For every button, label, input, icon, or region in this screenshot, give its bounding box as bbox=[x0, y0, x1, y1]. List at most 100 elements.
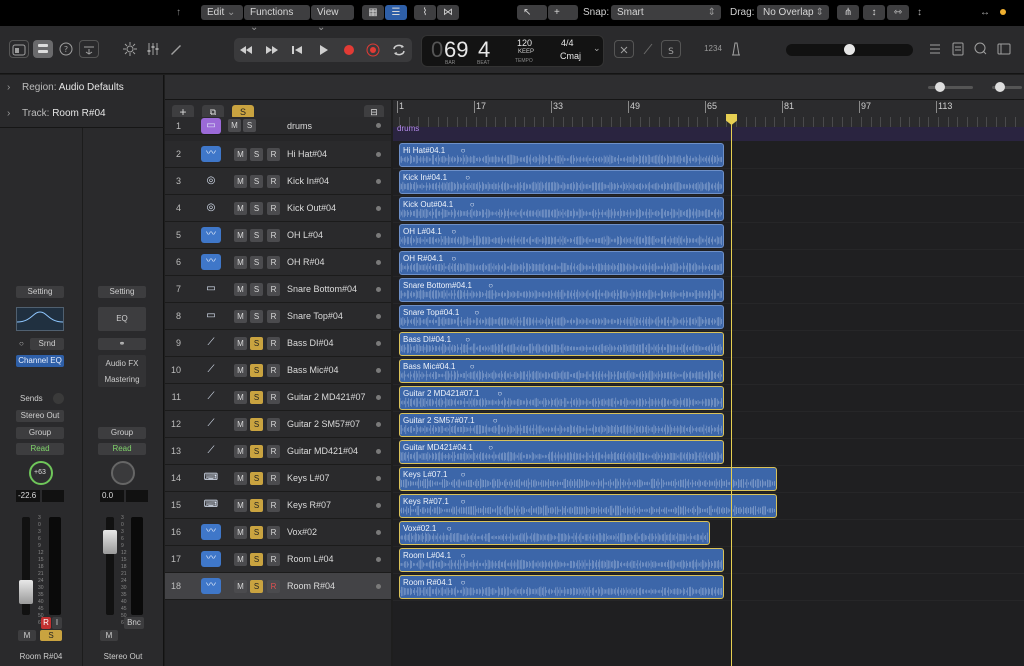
list-editors-icon[interactable] bbox=[925, 40, 945, 58]
automation-icon[interactable]: ⌇ bbox=[414, 5, 436, 20]
mute-button[interactable]: M bbox=[18, 630, 36, 641]
track-name[interactable]: Snare Bottom#04 bbox=[287, 276, 357, 303]
mute-button[interactable]: M bbox=[234, 364, 247, 377]
solo-button[interactable]: S bbox=[250, 445, 263, 458]
record-button[interactable]: R bbox=[267, 445, 280, 458]
audio-region[interactable]: Guitar MD421#04.1 ○ bbox=[399, 440, 724, 464]
track-name[interactable]: OH L#04 bbox=[287, 222, 323, 249]
record-button[interactable]: R bbox=[267, 283, 280, 296]
solo-button[interactable]: S bbox=[250, 148, 263, 161]
bounce-button[interactable]: Bnc bbox=[124, 617, 144, 629]
audio-region[interactable]: Room L#04.1 ○ bbox=[399, 548, 724, 572]
output-button[interactable]: Stereo Out bbox=[16, 410, 64, 422]
cycle-icon[interactable] bbox=[389, 41, 409, 59]
track-row[interactable]: 14 ⌨ M S R Keys L#07 bbox=[165, 465, 391, 492]
channel-name[interactable]: Stereo Out bbox=[82, 652, 164, 661]
mute-button[interactable]: M bbox=[234, 283, 247, 296]
quick-help-icon[interactable]: ? bbox=[56, 40, 76, 58]
audio-region[interactable]: Bass DI#04.1 ○ bbox=[399, 332, 724, 356]
snap-dropdown[interactable]: Smart ⇕ bbox=[611, 5, 721, 20]
region-inspector-header[interactable]: › Region: Audio Defaults bbox=[0, 75, 164, 101]
solo-button[interactable]: S bbox=[250, 364, 263, 377]
folder-region-label[interactable]: drums bbox=[397, 124, 419, 133]
track-name[interactable]: Bass Mic#04 bbox=[287, 357, 339, 384]
record-button[interactable]: R bbox=[267, 580, 280, 593]
folder-track[interactable]: 1 ▭ M S drums bbox=[165, 117, 391, 135]
audio-region[interactable]: Snare Top#04.1 ○ bbox=[399, 305, 724, 329]
mute-button[interactable]: M bbox=[100, 630, 118, 641]
solo-button[interactable]: S bbox=[250, 553, 263, 566]
count-in[interactable]: 1234 bbox=[702, 40, 724, 58]
audio-region[interactable]: Room R#04.1 ○ bbox=[399, 575, 724, 599]
track-row[interactable]: 18 〰 M S R Room R#04 bbox=[165, 573, 391, 600]
note-pad-icon[interactable] bbox=[948, 40, 968, 58]
capture-recording-icon[interactable] bbox=[363, 41, 383, 59]
track-row[interactable]: 12 ⟋ M S R Guitar 2 SM57#07 bbox=[165, 411, 391, 438]
record-button[interactable]: R bbox=[267, 391, 280, 404]
chevron-right-icon[interactable]: › bbox=[7, 101, 10, 127]
record-button[interactable]: R bbox=[267, 256, 280, 269]
audio-region[interactable]: OH R#04.1 ○ bbox=[399, 251, 724, 275]
solo-button[interactable]: S bbox=[250, 175, 263, 188]
srnd-button[interactable]: Srnd bbox=[30, 338, 64, 350]
list-view-icon[interactable]: ☰ bbox=[385, 5, 407, 20]
solo-button[interactable]: S bbox=[250, 256, 263, 269]
solo-button[interactable]: S bbox=[250, 580, 263, 593]
track-name[interactable]: Kick In#04 bbox=[287, 168, 329, 195]
audio-region[interactable]: Hi Hat#04.1 ○ bbox=[399, 143, 724, 167]
audio-region[interactable]: OH L#04.1 ○ bbox=[399, 224, 724, 248]
track-name[interactable]: Room L#04 bbox=[287, 546, 334, 573]
record-button[interactable]: R bbox=[267, 337, 280, 350]
tuner-icon[interactable] bbox=[638, 40, 658, 58]
audio-region[interactable]: Snare Bottom#04.1 ○ bbox=[399, 278, 724, 302]
go-to-beginning-icon[interactable] bbox=[287, 41, 307, 59]
play-icon[interactable] bbox=[313, 41, 333, 59]
mute-button[interactable]: M bbox=[234, 175, 247, 188]
vertical-zoom-knob[interactable] bbox=[935, 82, 945, 92]
track-row[interactable]: 11 ⟋ M S R Guitar 2 MD421#07 bbox=[165, 384, 391, 411]
solo-button[interactable]: S bbox=[40, 630, 62, 641]
setting-button[interactable]: Setting bbox=[16, 286, 64, 298]
mute-button[interactable]: M bbox=[234, 148, 247, 161]
record-button[interactable]: R bbox=[267, 499, 280, 512]
fast-forward-icon[interactable] bbox=[262, 41, 282, 59]
audio-fx-label[interactable]: Audio FX bbox=[98, 359, 146, 368]
record-button[interactable]: R bbox=[267, 229, 280, 242]
flex-icon[interactable]: ⋈ bbox=[437, 5, 459, 20]
track-name[interactable]: Snare Top#04 bbox=[287, 303, 343, 330]
record-button[interactable]: R bbox=[267, 364, 280, 377]
track-row[interactable]: 17 〰 M S R Room L#04 bbox=[165, 546, 391, 573]
audio-region[interactable]: Guitar 2 SM57#07.1 ○ bbox=[399, 413, 724, 437]
track-row[interactable]: 13 ⟋ M S R Guitar MD421#04 bbox=[165, 438, 391, 465]
mastering-slot[interactable]: Mastering bbox=[98, 375, 146, 384]
record-button[interactable]: R bbox=[267, 472, 280, 485]
toolbar-icon[interactable] bbox=[79, 40, 99, 58]
track-row[interactable]: 8 ▭ M S R Snare Top#04 bbox=[165, 303, 391, 330]
track-row[interactable]: 2 〰 M S R Hi Hat#04 bbox=[165, 141, 391, 168]
vertical-zoom-icon[interactable]: ↕ bbox=[863, 5, 885, 20]
record-enable-button[interactable]: R bbox=[41, 617, 51, 629]
mute-button[interactable]: M bbox=[228, 119, 241, 132]
rewind-icon[interactable] bbox=[236, 41, 256, 59]
grid-view-icon[interactable]: ▦ bbox=[362, 5, 384, 20]
mute-button[interactable]: M bbox=[234, 391, 247, 404]
replace-icon[interactable] bbox=[614, 40, 634, 58]
track-row[interactable]: 9 ⟋ M S R Bass DI#04 bbox=[165, 330, 391, 357]
record-icon[interactable] bbox=[339, 41, 359, 59]
solo-mode-icon[interactable]: S bbox=[661, 40, 681, 58]
volume-fader-cap[interactable] bbox=[103, 530, 117, 554]
chevron-right-icon[interactable]: › bbox=[7, 75, 10, 101]
record-button[interactable]: R bbox=[267, 310, 280, 323]
solo-button[interactable]: S bbox=[250, 499, 263, 512]
mute-button[interactable]: M bbox=[234, 580, 247, 593]
record-button[interactable]: R bbox=[267, 553, 280, 566]
solo-button[interactable]: S bbox=[250, 391, 263, 404]
mute-button[interactable]: M bbox=[234, 553, 247, 566]
track-row[interactable]: 16 〰 M S R Vox#02 bbox=[165, 519, 391, 546]
audio-region[interactable]: Bass Mic#04.1 ○ bbox=[399, 359, 724, 383]
send-knob[interactable] bbox=[53, 393, 64, 404]
balance-knob[interactable] bbox=[111, 461, 135, 485]
track-name[interactable]: Kick Out#04 bbox=[287, 195, 336, 222]
browsers-icon[interactable] bbox=[994, 40, 1014, 58]
pointer-tool-icon[interactable]: ↖ bbox=[517, 5, 547, 20]
